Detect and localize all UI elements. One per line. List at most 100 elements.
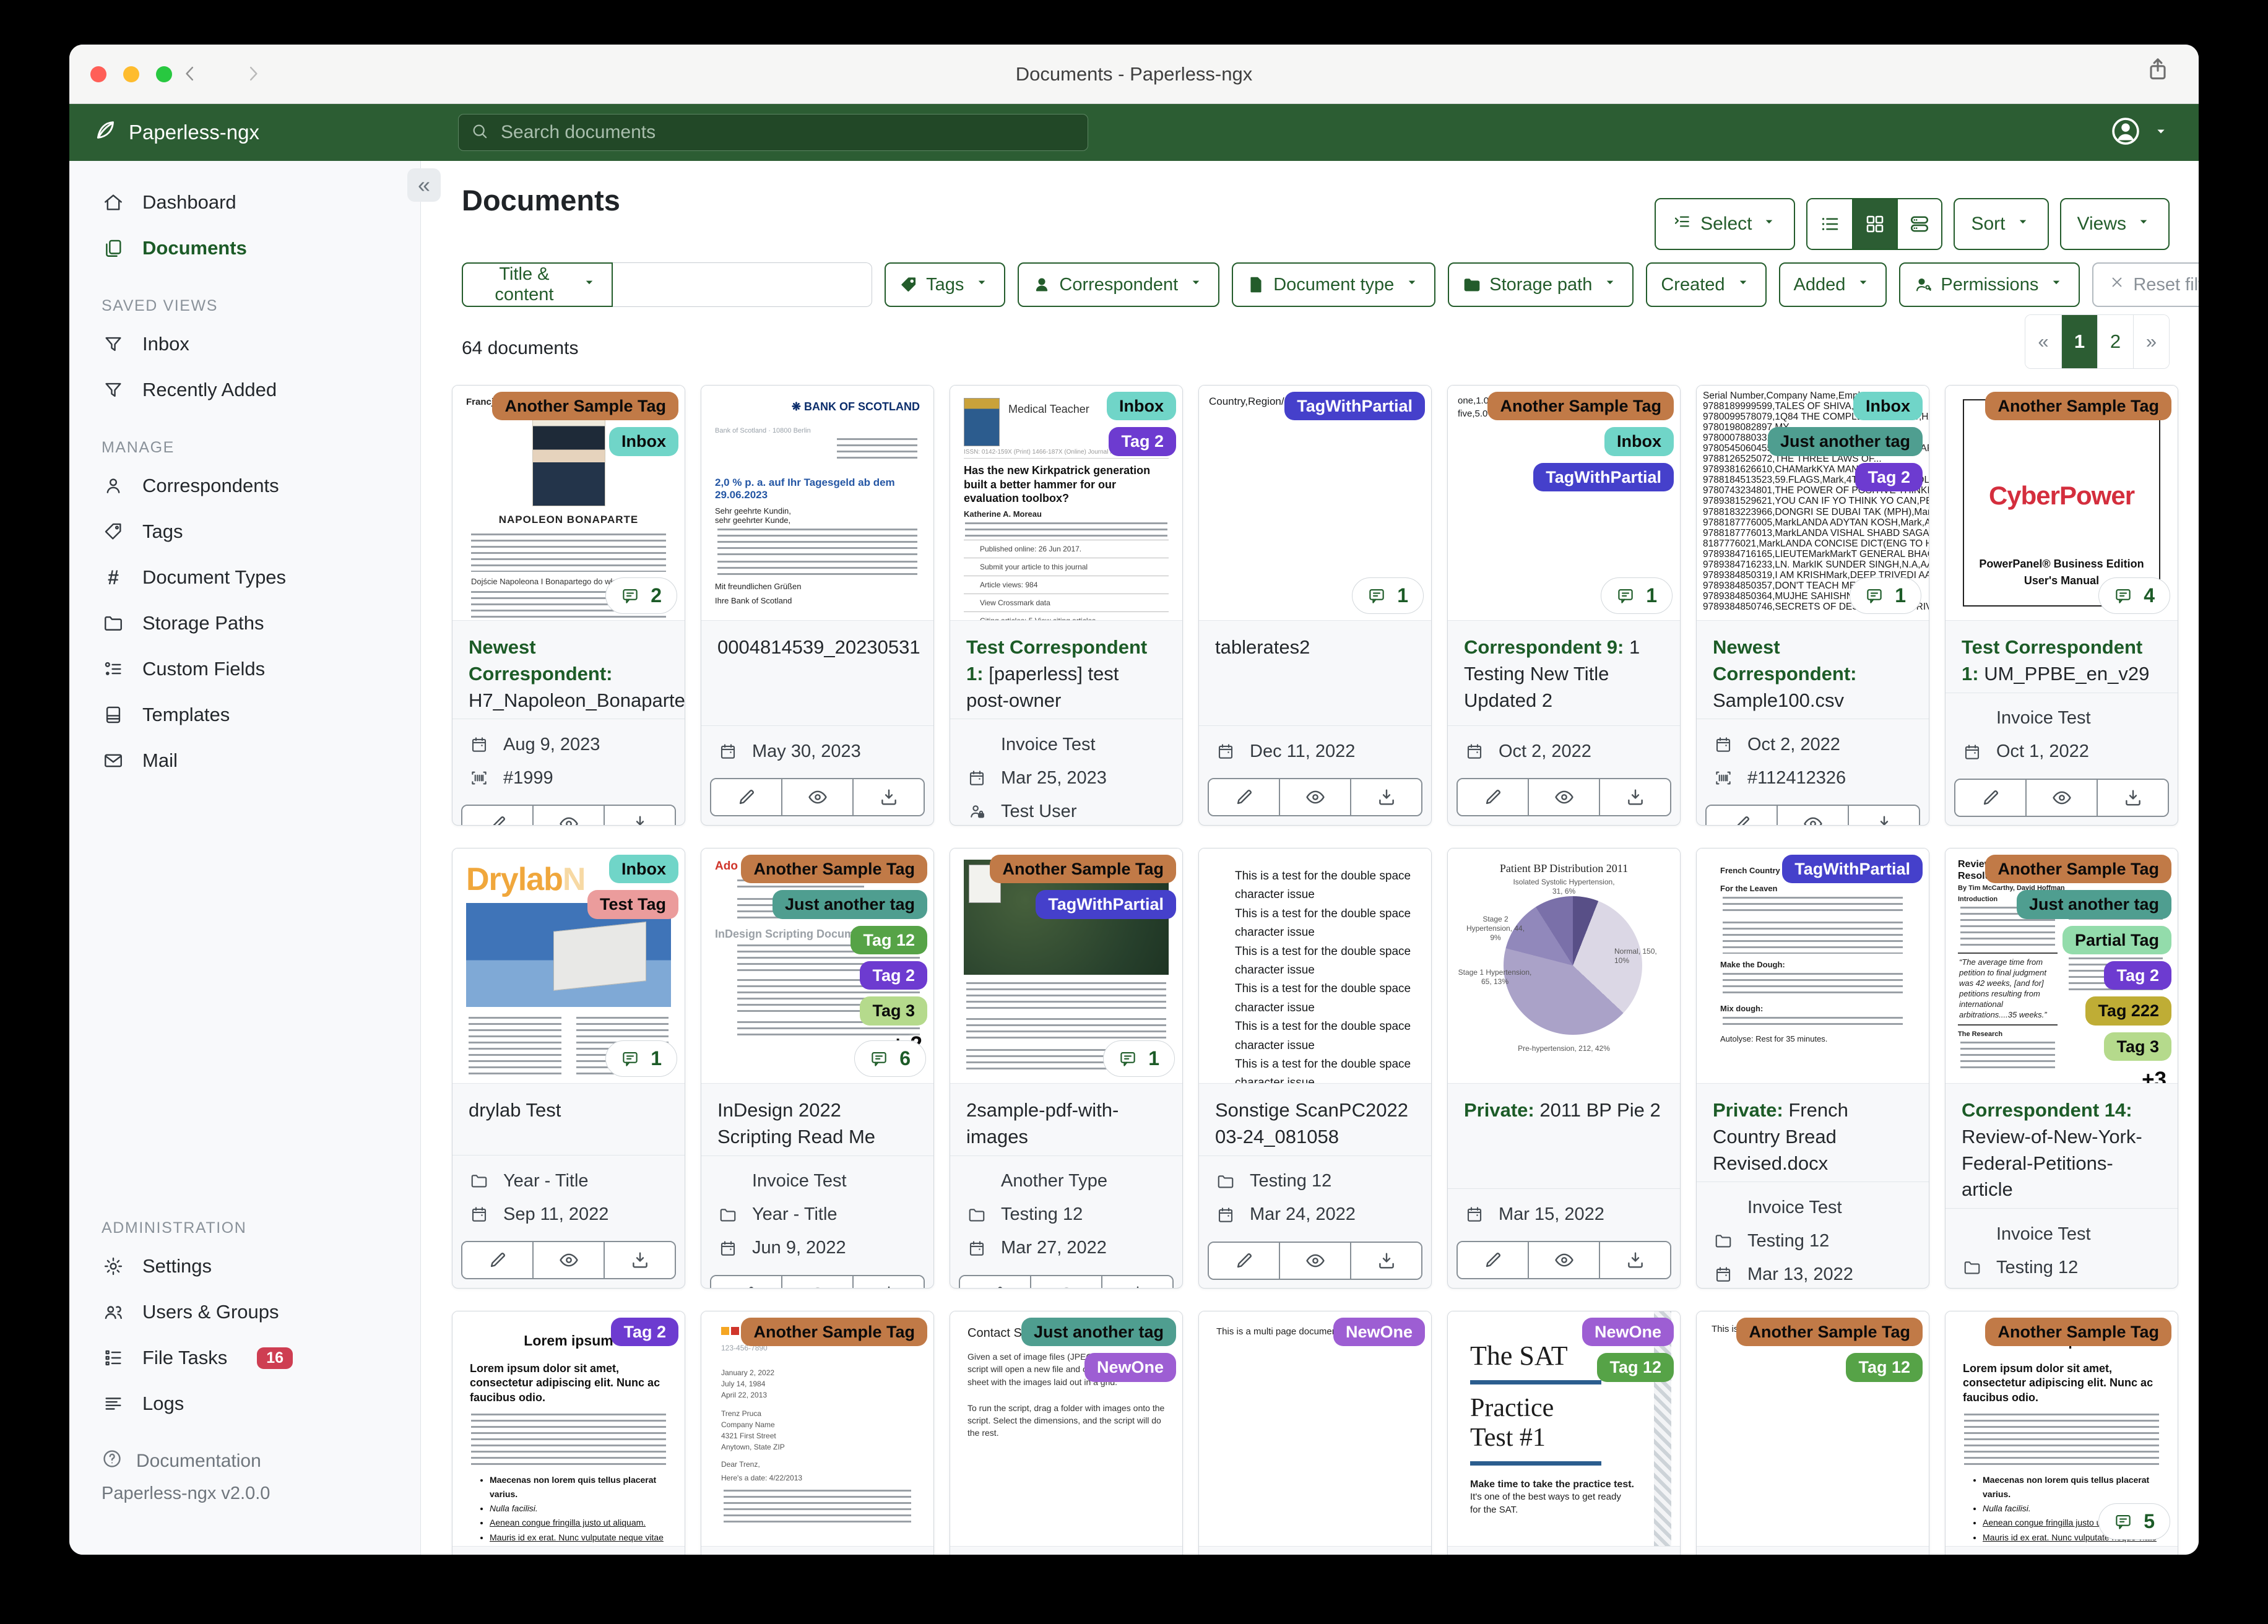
document-title-link[interactable]: InDesign 2022 Scripting Read Me [701,1084,933,1155]
select-button[interactable]: Select [1655,198,1796,250]
document-title-link[interactable]: Private: French Country Bread Revised.do… [1697,1084,1929,1181]
preview-button[interactable] [2025,779,2097,816]
document-thumbnail[interactable]: CyberPower PowerPanel® Business Edition Us… [1946,386,2178,621]
tag-badge[interactable]: NewOne [1084,1353,1176,1382]
list-view-button[interactable] [1807,199,1853,249]
sidebar-item-settings[interactable]: Settings [69,1243,420,1289]
comment-count-badge[interactable]: 6 [854,1040,926,1077]
document-title-link[interactable]: Sonstige ScanPC2022 03-24_081058 [1199,1084,1431,1155]
grid-view-button[interactable] [1852,199,1897,249]
preview-button[interactable] [1279,1242,1350,1279]
preview-button[interactable] [1528,1242,1599,1278]
sidebar-item-dashboard[interactable]: Dashboard [69,179,420,225]
preview-button[interactable] [781,1276,852,1288]
document-title-link[interactable]: 2sample-pdf-with-images [950,1084,1182,1155]
pagination-prev-button[interactable]: « [2025,315,2061,368]
document-title-link[interactable]: Correspondent 14: Review-of-New-York-Fed… [1946,1084,2178,1208]
sort-button[interactable]: Sort [1954,198,2049,250]
tag-badge[interactable]: Another Sample Tag [1736,1318,1923,1347]
document-title-link[interactable] [950,1547,1182,1555]
download-button[interactable] [852,779,924,815]
document-title-link[interactable] [1199,1547,1431,1555]
tag-badge[interactable]: Just another tag [1767,427,1923,456]
tag-badge[interactable]: Partial Tag [2062,925,2171,955]
sidebar-item-custom-fields[interactable]: Custom Fields [69,646,420,692]
tag-badge[interactable]: Inbox [609,855,678,884]
preview-button[interactable] [1528,779,1599,815]
edit-button[interactable] [1458,1242,1528,1278]
edit-button[interactable] [462,1242,532,1278]
sidebar-item-storage-paths[interactable]: Storage Paths [69,600,420,646]
tag-badge[interactable]: NewOne [1582,1318,1674,1347]
document-thumbnail[interactable]: This is a multi page document. Page 1. Ne… [1199,1311,1431,1547]
pagination-next-button[interactable]: » [2133,315,2169,368]
tag-badge[interactable]: Just another tag [1021,1318,1176,1347]
tag-badge[interactable]: Inbox [1107,392,1176,421]
document-thumbnail[interactable]: French Country Bread For the Leaven Make t… [1697,849,1929,1084]
zoom-window-button[interactable] [156,66,172,82]
browser-forward-button[interactable] [235,54,270,93]
edit-button[interactable] [1209,779,1279,815]
tag-badge[interactable]: Just another tag [2016,890,2171,919]
tag-badge[interactable]: Tag 12 [1846,1353,1923,1382]
document-title-link[interactable]: 0004814539_20230531 [701,621,933,725]
document-thumbnail[interactable]: Contact Sheet DemoGiven a set of image f… [950,1311,1182,1547]
sidebar-item-users-groups[interactable]: Users & Groups [69,1289,420,1335]
tag-badge[interactable]: Tag 12 [1597,1353,1674,1382]
tag-badge[interactable]: TagWithPartial [1533,462,1674,492]
pagination-page-2[interactable]: 2 [2097,315,2133,368]
preview-button[interactable] [532,806,604,825]
created-filter-button[interactable]: Created [1646,262,1767,307]
sidebar-collapse-button[interactable]: « [407,168,441,202]
tag-badge[interactable]: Test Tag [587,890,678,919]
edit-button[interactable] [1209,1242,1279,1279]
document-thumbnail[interactable]: This is a test for the double space char… [1199,849,1431,1084]
reset-filters-button[interactable]: Reset filters [2092,262,2199,307]
document-thumbnail[interactable]: Lorem ipsumLorem ipsum dolor sit amet, c… [452,1311,685,1547]
sidebar-item-recently-added[interactable]: Recently Added [69,367,420,413]
views-button[interactable]: Views [2059,198,2170,250]
search-input[interactable] [500,121,1076,144]
sidebar-item-correspondents[interactable]: Correspondents [69,463,420,509]
edit-button[interactable] [1458,779,1528,815]
document-thumbnail[interactable]: Ado InDesign Scripting Documentation Anoth… [701,849,933,1084]
comment-count-badge[interactable]: 1 [1601,577,1673,614]
permissions-filter-button[interactable]: Permissions [1899,262,2080,307]
tag-badge[interactable]: Tag 3 [860,996,927,1026]
edit-button[interactable] [1707,806,1777,825]
sidebar-item-documents[interactable]: Documents [69,225,420,271]
preview-button[interactable] [1030,1276,1101,1288]
tag-badge[interactable]: Inbox [1604,427,1674,456]
document-title-link[interactable]: tablerates2 [1199,621,1431,725]
tag-badge[interactable]: Another Sample Tag [1985,392,2171,421]
edit-button[interactable] [711,779,781,815]
close-window-button[interactable] [90,66,106,82]
download-button[interactable] [1350,1242,1421,1279]
tag-badge[interactable]: Just another tag [772,890,927,919]
documentation-link[interactable]: Documentation [102,1443,420,1480]
comment-count-badge[interactable]: 4 [2098,577,2170,614]
download-button[interactable] [1599,1242,1670,1278]
document-thumbnail[interactable]: ❋ BANK OF SCOTLAND Bank of Scotland · 108… [701,386,933,621]
edit-button[interactable] [1955,779,2025,816]
document-thumbnail[interactable]: DrylabNNETFLIXInboxTest Tag1 [452,849,685,1084]
comment-count-badge[interactable]: 1 [1850,577,1921,614]
app-brand[interactable]: Paperless-ngx [69,118,259,147]
sidebar-item-logs[interactable]: Logs [69,1381,420,1427]
sidebar-item-tags[interactable]: Tags [69,509,420,555]
share-button[interactable] [2144,56,2171,86]
sidebar-item-inbox[interactable]: Inbox [69,321,420,367]
tag-badge[interactable]: Tag 2 [611,1318,678,1347]
download-button[interactable] [2097,779,2168,816]
document-thumbnail[interactable]: one,1.0 five,5.0 Another Sample Tag Inbox Ta… [1448,386,1680,621]
correspondent-link[interactable]: Private: [1713,1099,1783,1121]
browser-back-button[interactable] [173,54,208,93]
preview-button[interactable] [781,779,852,815]
document-title-link[interactable]: Newest Correspondent: H7_Napoleon_Bonapa… [452,621,685,719]
download-button[interactable] [604,806,675,825]
document-thumbnail[interactable]: The SAT Practice Test #1 Make time to take … [1448,1311,1680,1547]
edit-button[interactable] [960,1276,1030,1288]
download-button[interactable] [1350,779,1421,815]
tag-badge[interactable]: Another Sample Tag [741,1318,927,1347]
tag-badge[interactable]: Another Sample Tag [1985,855,2171,884]
